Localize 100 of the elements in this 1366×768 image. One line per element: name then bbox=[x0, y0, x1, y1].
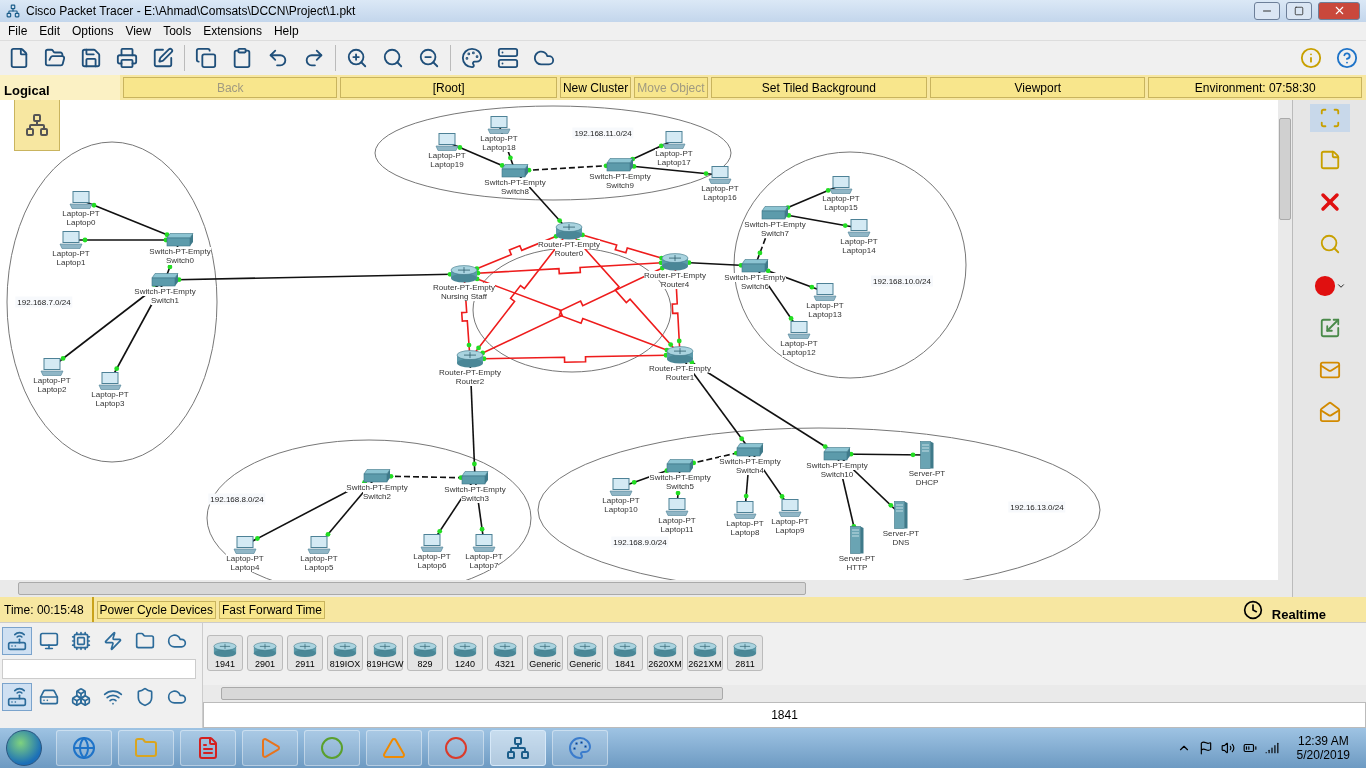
simulation-button[interactable]: Fast Forward Time bbox=[219, 600, 325, 619]
device-model-button[interactable]: 1240 bbox=[447, 635, 483, 672]
device-model-label: Switch-PT-Empty bbox=[149, 247, 211, 257]
device-name-label: Laptop4 bbox=[230, 563, 260, 573]
device-model-label: Laptop-PT bbox=[465, 552, 503, 562]
network-address-label: 192.168.11.0/24 bbox=[572, 127, 634, 139]
menu-item[interactable]: Options bbox=[66, 23, 120, 38]
nav-button[interactable]: Set Tiled Background bbox=[710, 77, 927, 99]
device-model-button[interactable]: 1841 bbox=[607, 635, 643, 672]
menu-item[interactable]: Help bbox=[267, 23, 305, 38]
window-title: Cisco Packet Tracer - E:\Ahmad\Comsats\DCCN\Project\1.pkt bbox=[26, 3, 357, 18]
device-model-label: Laptop-PT bbox=[822, 194, 860, 204]
nav-button[interactable]: Environment: 07:58:30 bbox=[1148, 77, 1362, 99]
device-model-label: Switch-PT-Empty bbox=[134, 287, 196, 297]
device-model-button[interactable]: 1941 bbox=[207, 635, 243, 672]
network-address-label: 192.16.13.0/24 bbox=[1008, 501, 1066, 513]
device-model-button[interactable]: 2621XM bbox=[687, 635, 723, 672]
realtime-mode-label: Realtime bbox=[1271, 607, 1326, 623]
model-caption: 1841 bbox=[203, 702, 1366, 729]
menu-item[interactable]: File bbox=[2, 23, 34, 38]
device-model-button[interactable]: 4321 bbox=[487, 635, 523, 672]
device-model-label: Laptop-PT bbox=[413, 552, 451, 562]
device-model-label: Laptop-PT bbox=[428, 151, 466, 161]
device-model-button[interactable]: Generic bbox=[527, 635, 563, 672]
device-model-label: Laptop-PT bbox=[780, 339, 818, 349]
device-name-label: Laptop1 bbox=[56, 258, 86, 268]
device-name-label: Switch6 bbox=[741, 282, 769, 292]
device-name-label: Laptop7 bbox=[469, 561, 499, 571]
device-model-label: Laptop-PT bbox=[226, 554, 264, 564]
device-model-button[interactable]: 2811 bbox=[727, 635, 763, 672]
device-model-label: Switch-PT-Empty bbox=[484, 178, 546, 188]
device-name-label: Laptop3 bbox=[95, 399, 125, 409]
device-name-label: Laptop6 bbox=[417, 561, 447, 571]
device-name-label: Switch7 bbox=[761, 229, 789, 239]
device-name-label: Laptop8 bbox=[730, 528, 760, 538]
menu-item[interactable]: Tools bbox=[157, 23, 198, 38]
device-model-label: Laptop-PT bbox=[300, 554, 338, 564]
simulation-button[interactable]: Power Cycle Devices bbox=[96, 600, 216, 619]
device-name-label: Laptop16 bbox=[703, 193, 737, 203]
device-model-button[interactable]: 2620XM bbox=[647, 635, 683, 672]
device-name-label: Laptop15 bbox=[824, 203, 858, 213]
device-name-label: Laptop10 bbox=[604, 505, 638, 515]
clock-time: 12:39 AM bbox=[1297, 734, 1349, 749]
device-name-label: DHCP bbox=[915, 478, 939, 488]
device-name-label: Laptop0 bbox=[66, 218, 96, 228]
menu-item[interactable]: View bbox=[119, 23, 158, 38]
device-model-label: Laptop-PT bbox=[840, 237, 878, 247]
device-model-button[interactable]: Generic bbox=[567, 635, 603, 672]
device-model-label: Router-PT-Empty bbox=[538, 240, 600, 250]
device-name-label: Router4 bbox=[660, 280, 690, 290]
device-name-label: Switch3 bbox=[461, 494, 489, 504]
device-name-label: Router2 bbox=[455, 377, 485, 387]
device-name-label: Nursing Staff bbox=[440, 292, 488, 302]
device-name-label: Laptop14 bbox=[842, 246, 876, 256]
device-model-label: Switch-PT-Empty bbox=[346, 483, 408, 493]
network-address-label: 192.168.8.0/24 bbox=[208, 493, 266, 505]
device-name-label: HTTP bbox=[846, 563, 868, 573]
device-name-label: Switch10 bbox=[820, 470, 854, 480]
device-name-label: Laptop18 bbox=[482, 143, 516, 153]
device-model-label: Laptop-PT bbox=[52, 249, 90, 259]
device-model-label: Laptop-PT bbox=[701, 184, 739, 194]
device-model-label: Router-PT-Empty bbox=[439, 368, 501, 378]
device-name-label: Laptop11 bbox=[660, 525, 694, 535]
device-model-label: Server-PT bbox=[838, 554, 876, 564]
device-name-label: Router0 bbox=[554, 249, 584, 259]
device-name-label: Switch9 bbox=[606, 181, 634, 191]
network-address-label: 192.168.10.0/24 bbox=[871, 275, 933, 287]
device-name-label: Switch1 bbox=[151, 296, 179, 306]
device-model-label: Router-PT-Empty bbox=[649, 364, 711, 374]
network-address-label: 192.168.7.0/24 bbox=[15, 296, 73, 308]
device-model-button[interactable]: 819HGW bbox=[367, 635, 403, 672]
device-name-label: DNS bbox=[892, 538, 910, 548]
menu-item[interactable]: Edit bbox=[33, 23, 67, 38]
device-name-label: Router1 bbox=[665, 373, 695, 383]
device-model-label: Server-PT bbox=[882, 529, 920, 539]
device-model-label: Server-PT bbox=[908, 469, 946, 479]
logical-tab[interactable]: Logical bbox=[0, 75, 120, 101]
device-model-button[interactable]: 2911 bbox=[287, 635, 323, 672]
device-model-label: Switch-PT-Empty bbox=[744, 220, 806, 230]
clock-date: 5/20/2019 bbox=[1296, 748, 1350, 763]
device-model-button[interactable]: 829 bbox=[407, 635, 443, 672]
device-name-label: Laptop5 bbox=[304, 563, 334, 573]
device-model-label: Laptop-PT bbox=[771, 517, 809, 527]
device-name-label: Laptop9 bbox=[775, 526, 805, 536]
device-model-label: Laptop-PT bbox=[480, 134, 518, 144]
network-address-label: 192.168.9.0/24 bbox=[611, 536, 669, 548]
device-model-label: Switch-PT-Empty bbox=[444, 485, 506, 495]
menu-item[interactable]: Extensions bbox=[197, 23, 268, 38]
device-model-label: Switch-PT-Empty bbox=[649, 473, 711, 483]
device-model-label: Laptop-PT bbox=[658, 516, 696, 526]
nav-button[interactable]: Viewport bbox=[930, 77, 1146, 99]
nav-button[interactable]: [Root] bbox=[340, 77, 557, 99]
device-model-label: Laptop-PT bbox=[602, 496, 640, 506]
device-name-label: Laptop12 bbox=[782, 348, 816, 358]
device-name-label: Switch5 bbox=[666, 482, 694, 492]
device-name-label: Switch2 bbox=[363, 492, 391, 502]
nav-button[interactable]: New Cluster bbox=[559, 77, 632, 99]
device-model-button[interactable]: 819IOX bbox=[327, 635, 363, 672]
device-model-label: Router-PT-Empty bbox=[433, 283, 495, 293]
device-model-button[interactable]: 2901 bbox=[247, 635, 283, 672]
